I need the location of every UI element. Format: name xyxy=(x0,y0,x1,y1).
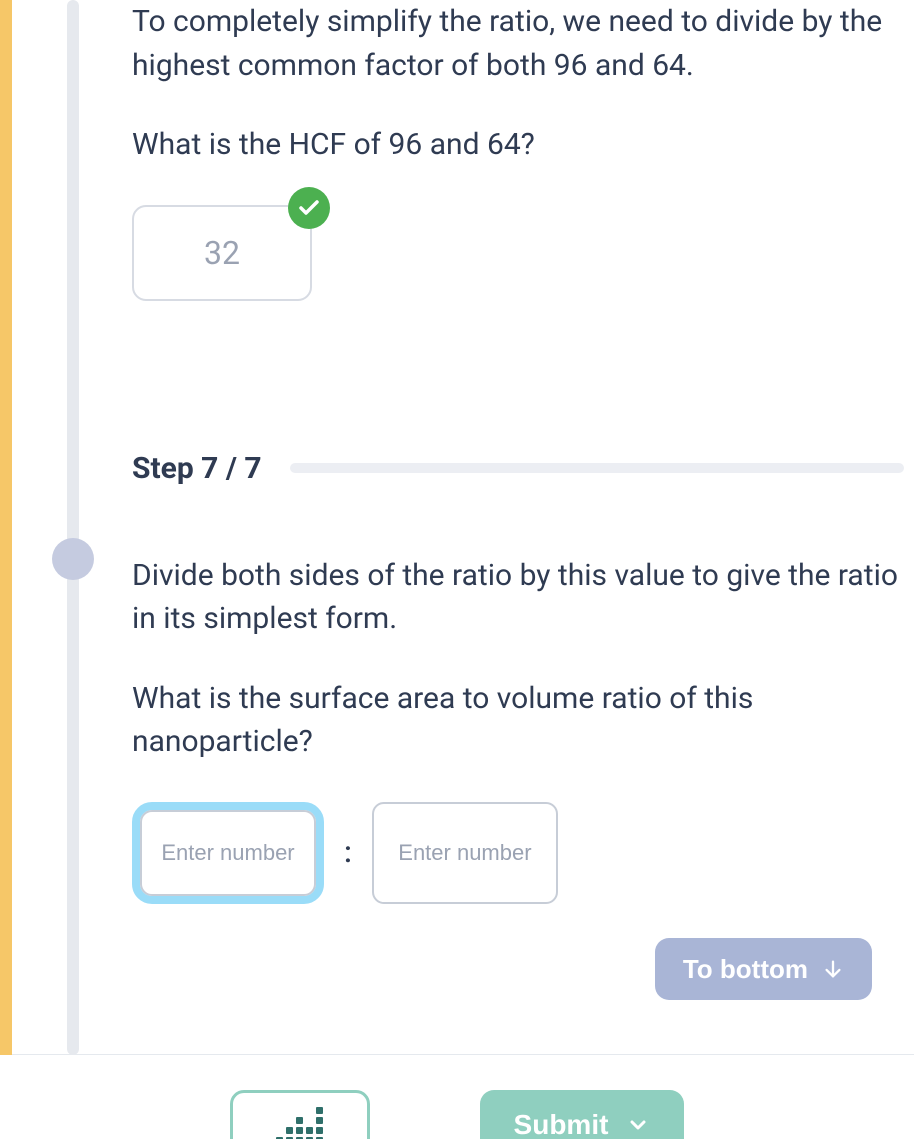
to-bottom-label: To bottom xyxy=(683,954,808,985)
prev-answer-container: 32 xyxy=(132,205,312,301)
ratio-input-row: : xyxy=(132,802,904,904)
prev-answer-box: 32 xyxy=(132,205,312,301)
footer-bar: Submit xyxy=(0,1070,914,1139)
keypad-icon xyxy=(276,1107,323,1139)
content-region: To completely simplify the ratio, we nee… xyxy=(12,0,914,1055)
correct-check-icon xyxy=(288,187,330,229)
submit-label: Submit xyxy=(514,1109,609,1139)
progress-side-bar xyxy=(0,0,12,1055)
step-instruction-text: Divide both sides of the ratio by this v… xyxy=(132,554,904,641)
prev-answer-value: 32 xyxy=(204,234,240,272)
ratio-input-1[interactable] xyxy=(140,810,316,896)
step-label: Step 7 / 7 xyxy=(132,451,262,486)
submit-button[interactable]: Submit xyxy=(480,1090,685,1139)
ratio-separator: : xyxy=(340,835,356,870)
step-question-text: What is the surface area to volume ratio… xyxy=(132,677,904,764)
page-root: To completely simplify the ratio, we nee… xyxy=(0,0,914,1139)
keypad-button[interactable] xyxy=(230,1090,370,1139)
to-bottom-button[interactable]: To bottom xyxy=(655,938,872,1000)
chevron-down-icon xyxy=(626,1113,650,1137)
prev-step-intro-text: To completely simplify the ratio, we nee… xyxy=(132,0,904,87)
arrow-down-icon xyxy=(822,958,844,980)
step-header: Step 7 / 7 xyxy=(132,451,904,486)
ratio-input-1-focus-ring xyxy=(132,802,324,904)
ratio-input-2[interactable] xyxy=(372,802,558,904)
prev-step-question-text: What is the HCF of 96 and 64? xyxy=(132,123,904,167)
step-timeline-track xyxy=(67,0,79,1055)
content-column: To completely simplify the ratio, we nee… xyxy=(132,0,904,904)
step-timeline-dot xyxy=(52,538,94,580)
step-header-rule xyxy=(290,463,904,473)
